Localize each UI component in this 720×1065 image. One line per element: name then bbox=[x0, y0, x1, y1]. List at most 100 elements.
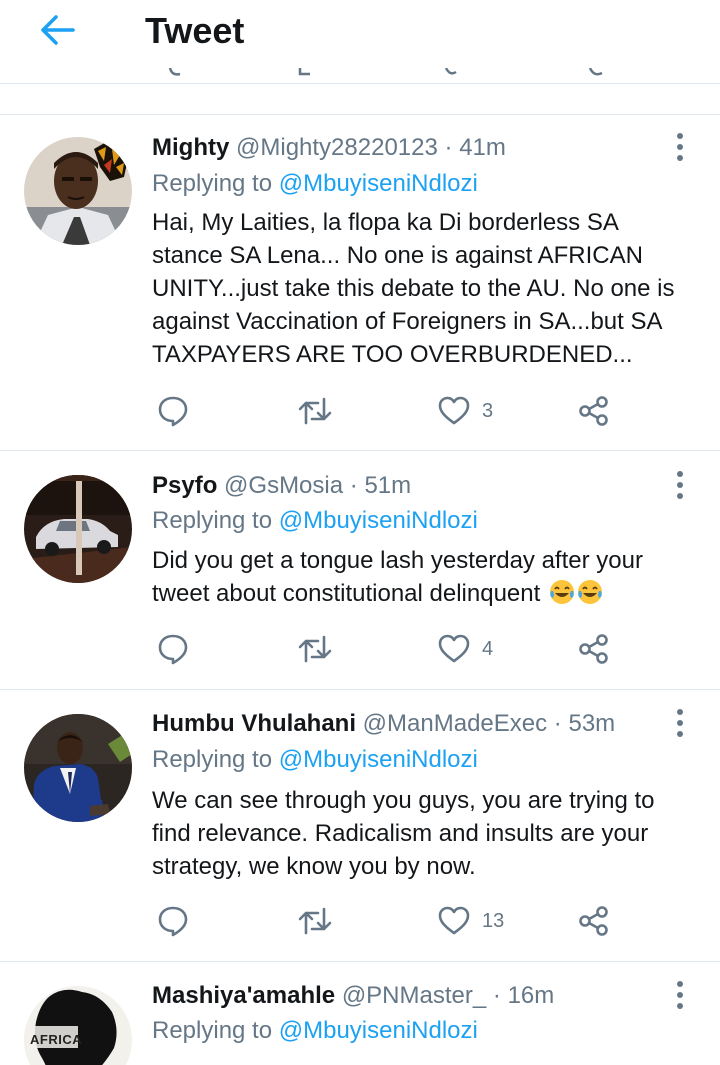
more-dot-icon bbox=[677, 709, 683, 715]
replying-to: Replying to @MbuyiseniNdlozi bbox=[152, 745, 478, 775]
share-button[interactable] bbox=[578, 901, 610, 941]
replying-to: Replying to @MbuyiseniNdlozi bbox=[152, 506, 478, 536]
tweet-item[interactable]: Mighty @Mighty28220123 · 41m Replying to… bbox=[0, 114, 720, 451]
reply-icon bbox=[158, 906, 188, 937]
like-button[interactable]: 13 bbox=[438, 901, 504, 941]
separator: · bbox=[553, 710, 562, 737]
tears-of-joy-emoji bbox=[577, 580, 602, 604]
share-icon bbox=[579, 906, 608, 936]
more-options-button[interactable] bbox=[670, 975, 690, 1015]
text-line: TAXPAYERS ARE TOO OVERBURDENED... bbox=[152, 341, 633, 368]
page-title: Tweet bbox=[145, 10, 245, 51]
reply-icon bbox=[158, 634, 188, 665]
tweet-meta: Mashiya'amahle @PNMaster_ · 16m bbox=[152, 981, 554, 1011]
retweet-icon bbox=[298, 907, 332, 935]
like-count: 13 bbox=[482, 909, 505, 932]
timestamp[interactable]: 41m bbox=[459, 134, 506, 161]
text-line: We can see through you guys, you are try… bbox=[152, 787, 655, 814]
tweet-actions: 3 bbox=[152, 391, 672, 431]
avatar[interactable] bbox=[24, 714, 132, 822]
separator: · bbox=[349, 472, 358, 499]
text-line: against Vaccination of Foreigners in SA.… bbox=[152, 308, 663, 335]
more-dot-icon bbox=[677, 720, 683, 726]
replying-to: Replying to @MbuyiseniNdlozi bbox=[152, 169, 478, 199]
like-count: 4 bbox=[482, 637, 494, 660]
user-handle[interactable]: @GsMosia bbox=[224, 472, 343, 499]
tweet-item[interactable]: Humbu Vhulahani @ManMadeExec · 53m Reply… bbox=[0, 690, 720, 962]
tweet-item[interactable]: AFRICA Mashiya'amahle @PNMaster_ · 16m R… bbox=[0, 962, 720, 1065]
replying-to: Replying to @MbuyiseniNdlozi bbox=[152, 1016, 478, 1046]
avatar[interactable]: AFRICA bbox=[24, 986, 132, 1065]
display-name[interactable]: Psyfo bbox=[152, 472, 217, 499]
reply-button[interactable] bbox=[158, 391, 188, 431]
text-line: stance SA Lena... No one is against AFRI… bbox=[152, 242, 643, 269]
more-dot-icon bbox=[677, 144, 683, 150]
text-line: tweet about constitutional delinquent bbox=[152, 580, 541, 607]
back-button[interactable] bbox=[30, 8, 84, 52]
retweet-button[interactable] bbox=[298, 629, 332, 669]
share-button[interactable] bbox=[578, 629, 610, 669]
more-dot-icon bbox=[677, 155, 683, 161]
more-options-button[interactable] bbox=[670, 465, 690, 505]
more-dot-icon bbox=[677, 731, 683, 737]
more-dot-icon bbox=[677, 493, 683, 499]
avatar-text: AFRICA bbox=[30, 1032, 83, 1047]
more-dot-icon bbox=[677, 482, 683, 488]
tweet-meta: Mighty @Mighty28220123 · 41m bbox=[152, 133, 506, 163]
avatar[interactable] bbox=[24, 137, 132, 245]
timestamp[interactable]: 53m bbox=[568, 710, 615, 737]
tears-of-joy-emoji bbox=[549, 580, 574, 604]
user-handle[interactable]: @ManMadeExec bbox=[363, 710, 547, 737]
text-line-with-emoji: tweet about constitutional delinquent bbox=[152, 577, 692, 610]
heart-icon bbox=[438, 906, 470, 935]
like-button[interactable]: 4 bbox=[438, 629, 493, 669]
user-handle[interactable]: @Mighty28220123 bbox=[236, 134, 438, 161]
replying-prefix: Replying to bbox=[152, 170, 273, 197]
more-dot-icon bbox=[677, 992, 683, 998]
like-count: 3 bbox=[482, 399, 494, 422]
replying-prefix: Replying to bbox=[152, 746, 273, 773]
separator: · bbox=[492, 982, 501, 1009]
more-options-button[interactable] bbox=[670, 127, 690, 167]
mention-link[interactable]: @MbuyiseniNdlozi bbox=[279, 1017, 478, 1044]
avatar[interactable] bbox=[24, 475, 132, 583]
timestamp[interactable]: 51m bbox=[364, 472, 411, 499]
display-name[interactable]: Mighty bbox=[152, 134, 229, 161]
retweet-button[interactable] bbox=[298, 901, 332, 941]
heart-icon bbox=[438, 396, 470, 425]
display-name[interactable]: Humbu Vhulahani bbox=[152, 710, 356, 737]
timestamp[interactable]: 16m bbox=[508, 982, 555, 1009]
retweet-icon bbox=[298, 397, 332, 425]
retweet-icon bbox=[298, 635, 332, 663]
tweet-actions: 13 bbox=[152, 901, 672, 941]
arrow-left-icon bbox=[41, 15, 75, 45]
share-icon bbox=[579, 634, 608, 664]
mention-link[interactable]: @MbuyiseniNdlozi bbox=[279, 507, 478, 534]
top-bar: Tweet bbox=[0, 0, 720, 84]
tweet-meta: Humbu Vhulahani @ManMadeExec · 53m bbox=[152, 709, 615, 739]
user-handle[interactable]: @PNMaster_ bbox=[342, 982, 486, 1009]
text-line: Hai, My Laities, la flopa ka Di borderle… bbox=[152, 209, 619, 236]
tweet-item[interactable]: Psyfo @GsMosia · 51m Replying to @Mbuyis… bbox=[0, 451, 720, 690]
reply-button[interactable] bbox=[158, 629, 188, 669]
tweet-meta: Psyfo @GsMosia · 51m bbox=[152, 471, 411, 501]
replying-prefix: Replying to bbox=[152, 507, 273, 534]
heart-icon bbox=[438, 634, 470, 663]
more-options-button[interactable] bbox=[670, 703, 690, 743]
reply-icon bbox=[158, 396, 188, 427]
retweet-button[interactable] bbox=[298, 391, 332, 431]
scrolled-actions-residual bbox=[168, 68, 603, 76]
tweet-text: We can see through you guys, you are try… bbox=[152, 784, 692, 883]
like-button[interactable]: 3 bbox=[438, 391, 493, 431]
reply-button[interactable] bbox=[158, 901, 188, 941]
share-icon bbox=[579, 396, 608, 426]
share-button[interactable] bbox=[578, 391, 610, 431]
text-line: strategy, we know you by now. bbox=[152, 853, 476, 880]
display-name[interactable]: Mashiya'amahle bbox=[152, 982, 335, 1009]
mention-link[interactable]: @MbuyiseniNdlozi bbox=[279, 170, 478, 197]
text-line: find relevance. Radicalism and insults a… bbox=[152, 820, 649, 847]
more-dot-icon bbox=[677, 471, 683, 477]
text-line: UNITY...just take this debate to the AU.… bbox=[152, 275, 675, 302]
text-line: Did you get a tongue lash yesterday afte… bbox=[152, 547, 643, 574]
mention-link[interactable]: @MbuyiseniNdlozi bbox=[279, 746, 478, 773]
